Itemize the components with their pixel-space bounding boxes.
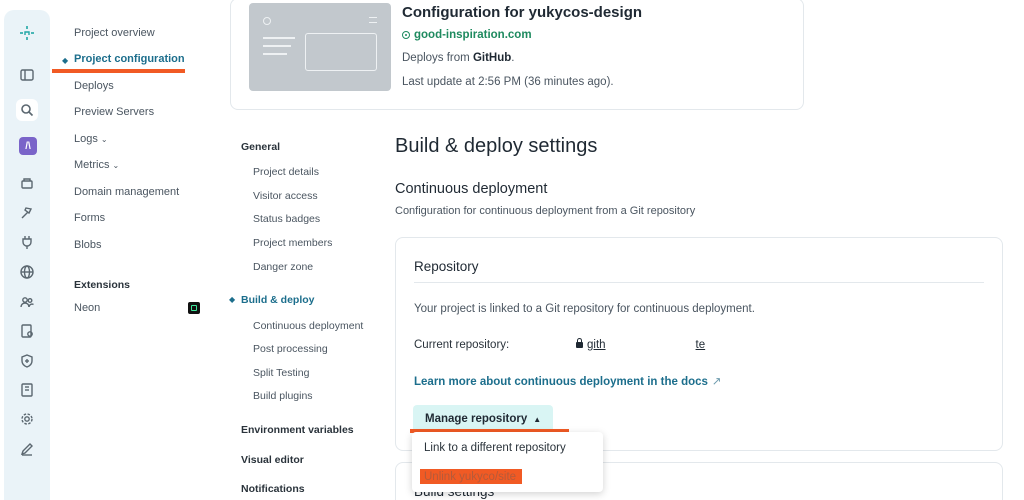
chevron-down-icon: ⌄ [112,161,120,170]
deploys-from-provider: GitHub [472,52,512,64]
hammer-icon[interactable] [16,202,38,224]
users-icon[interactable] [16,291,38,313]
lock-icon [576,338,583,348]
document-settings-icon[interactable] [16,320,38,342]
nav-item-project-configuration[interactable]: Project configuration [74,53,185,65]
repository-dropdown-menu: Link to a different repository Unlink yu… [412,432,603,492]
settings-nav-build-plugins[interactable]: Build plugins [253,390,313,402]
chevron-up-icon: ▲ [533,414,542,424]
section-description: Configuration for continuous deployment … [395,205,696,217]
site-summary-card: Configuration for yukycos-design good-in… [230,0,804,110]
manage-repository-label: Manage repository [425,413,528,425]
shield-icon[interactable] [16,350,38,372]
search-icon[interactable] [16,99,38,121]
settings-nav-build-deploy[interactable]: Build & deploy [241,294,315,306]
repository-card: Repository Your project is linked to a G… [395,237,1003,451]
deploys-from-prefix: Deploys from [402,52,470,64]
learn-more-link[interactable]: Learn more about continuous deployment i… [414,374,722,388]
pen-icon[interactable] [16,438,38,460]
settings-nav-notifications[interactable]: Notifications [241,483,305,495]
extensions-heading: Extensions [74,279,131,291]
settings-nav-general[interactable]: General [241,141,280,153]
section-title: Continuous deployment [395,181,548,197]
site-thumbnail[interactable] [249,3,391,91]
settings-nav-project-members[interactable]: Project members [253,237,332,249]
nav-item-project-overview[interactable]: Project overview [74,27,155,39]
settings-nav-visual-editor[interactable]: Visual editor [241,454,304,466]
book-icon[interactable] [16,379,38,401]
site-title: Configuration for yukycos-design [402,4,643,21]
deploys-icon[interactable] [16,172,38,194]
settings-nav-project-details[interactable]: Project details [253,166,319,178]
sidebar-toggle-icon[interactable] [16,64,38,86]
nav-item-neon[interactable]: Neon [74,302,100,314]
settings-nav-continuous-deployment[interactable]: Continuous deployment [253,320,363,332]
globe-status-icon [402,31,410,39]
repository-title: Repository [414,259,479,274]
gear-icon[interactable] [16,408,38,430]
page-title: Build & deploy settings [395,135,598,157]
repository-name-end: te [695,339,706,351]
repository-linked-text: Your project is linked to a Git reposito… [414,303,755,315]
nav-item-label: Metrics [74,159,110,171]
annotation-underline [52,69,185,73]
site-url-text: good-inspiration.com [414,29,532,41]
active-indicator-icon: ◆ [62,56,69,65]
nav-item-forms[interactable]: Forms [74,212,105,224]
nav-item-metrics[interactable]: Metrics ⌄ [74,159,119,171]
settings-nav-post-processing[interactable]: Post processing [253,343,328,355]
nav-item-blobs[interactable]: Blobs [74,239,102,251]
last-update-text: Last update at 2:56 PM (36 minutes ago). [402,76,614,88]
icon-rail: /\ [4,10,50,500]
nav-item-preview-servers[interactable]: Preview Servers [74,106,154,118]
settings-nav-danger-zone[interactable]: Danger zone [253,261,313,273]
netlify-logo-icon[interactable] [16,22,38,44]
current-repository-link[interactable]: gith te [576,338,706,351]
settings-nav-status-badges[interactable]: Status badges [253,213,320,225]
menu-item-link-different-repository[interactable]: Link to a different repository [424,442,566,454]
settings-nav-environment-variables[interactable]: Environment variables [241,424,354,436]
settings-nav-visitor-access[interactable]: Visitor access [253,190,318,202]
plug-icon[interactable] [16,231,38,253]
repository-name-start: gith [587,339,606,351]
divider [414,282,984,283]
current-repository-label: Current repository: [414,339,510,351]
nav-item-deploys[interactable]: Deploys [74,80,114,92]
external-link-icon: ↗ [711,376,722,388]
active-indicator-icon: ◆ [229,295,236,304]
deploys-from-suffix: . [511,52,515,64]
project-avatar[interactable]: /\ [19,137,37,155]
settings-nav-split-testing[interactable]: Split Testing [253,367,309,379]
learn-more-text: Learn more about continuous deployment i… [414,376,708,388]
deploys-from-text: Deploys from GitHub. [402,52,514,64]
neon-logo-icon [188,302,200,314]
nav-item-domain-management[interactable]: Domain management [74,186,179,198]
chevron-down-icon: ⌄ [100,135,108,144]
nav-item-logs[interactable]: Logs ⌄ [74,133,108,145]
nav-item-label: Logs [74,133,98,145]
site-url-link[interactable]: good-inspiration.com [402,29,532,41]
menu-item-unlink-repository[interactable]: Unlink yukyco/site [424,471,516,483]
globe-icon[interactable] [16,261,38,283]
